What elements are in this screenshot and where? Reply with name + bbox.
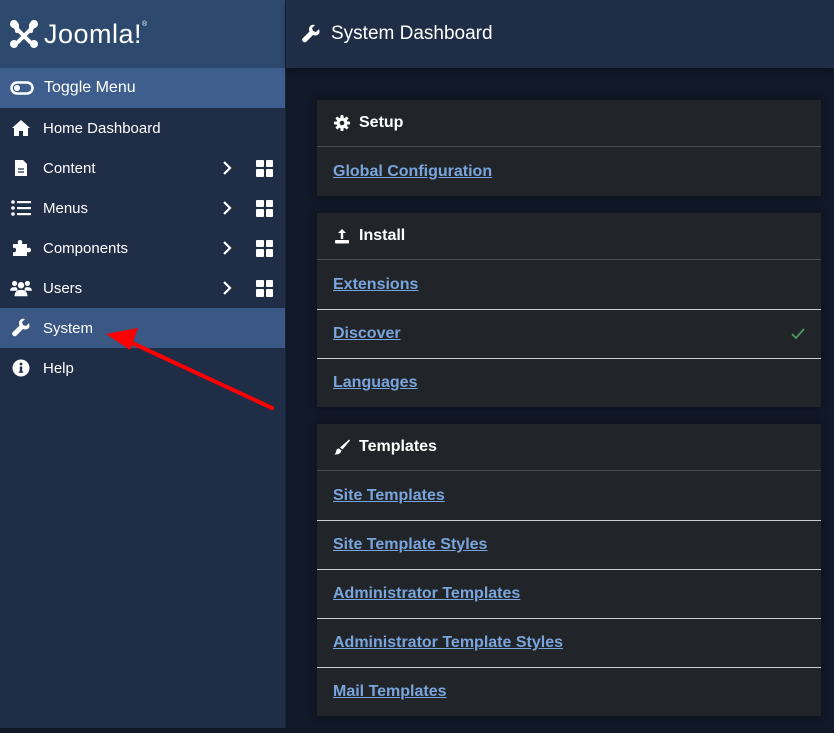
list-item: Languages — [317, 358, 821, 407]
extensions-link[interactable]: Extensions — [333, 276, 418, 294]
gear-icon — [333, 115, 351, 131]
wrench-icon — [10, 318, 32, 338]
sidebar-item-menus[interactable]: Menus — [0, 188, 285, 228]
logo[interactable]: Joomla!® — [0, 0, 285, 68]
wrench-icon — [302, 24, 320, 43]
dashboard-grid-icon[interactable] — [256, 239, 273, 257]
sidebar-item-label: Users — [43, 279, 83, 297]
site-templates-link[interactable]: Site Templates — [333, 487, 445, 505]
global-configuration-link[interactable]: Global Configuration — [333, 163, 492, 181]
sidebar-item-label: System — [43, 319, 94, 337]
toggle-menu-label: Toggle Menu — [44, 79, 136, 96]
chevron-right-icon[interactable] — [220, 201, 234, 215]
sidebar: Joomla!® Toggle Menu Home Dashboard Cont… — [0, 0, 286, 728]
sidebar-item-help[interactable]: Help — [0, 348, 285, 388]
sidebar-item-system[interactable]: System — [0, 308, 285, 348]
list-item: Mail Templates — [317, 667, 821, 716]
dashboard-content: Setup Global Configuration Install Exten… — [317, 100, 821, 733]
card-install: Install Extensions Discover Languages — [317, 213, 821, 407]
site-template-styles-link[interactable]: Site Template Styles — [333, 536, 487, 554]
users-icon — [10, 278, 32, 298]
sidebar-item-label: Help — [43, 359, 74, 377]
list-item: Site Templates — [317, 471, 821, 520]
sidebar-item-content[interactable]: Content — [0, 148, 285, 188]
toggle-menu-button[interactable]: Toggle Menu — [0, 68, 285, 108]
paint-brush-icon — [333, 439, 351, 455]
card-setup: Setup Global Configuration — [317, 100, 821, 196]
card-header: Templates — [317, 424, 821, 471]
card-header: Install — [317, 213, 821, 260]
dashboard-grid-icon[interactable] — [256, 279, 273, 297]
mail-templates-link[interactable]: Mail Templates — [333, 683, 447, 701]
administrator-template-styles-link[interactable]: Administrator Template Styles — [333, 634, 563, 652]
languages-link[interactable]: Languages — [333, 374, 417, 392]
card-header: Setup — [317, 100, 821, 147]
administrator-templates-link[interactable]: Administrator Templates — [333, 585, 520, 603]
sidebar-item-home-dashboard[interactable]: Home Dashboard — [0, 108, 285, 148]
sidebar-item-label: Content — [43, 159, 96, 177]
list-item: Extensions — [317, 260, 821, 309]
dashboard-grid-icon[interactable] — [256, 199, 273, 217]
home-icon — [10, 118, 32, 138]
check-icon — [791, 328, 805, 340]
toggle-icon — [10, 81, 34, 95]
list-item: Global Configuration — [317, 147, 821, 196]
file-icon — [10, 158, 32, 178]
page-header: System Dashboard — [286, 0, 834, 68]
sidebar-item-label: Components — [43, 239, 129, 257]
list-item: Administrator Template Styles — [317, 618, 821, 667]
chevron-right-icon[interactable] — [220, 241, 234, 255]
sidebar-item-components[interactable]: Components — [0, 228, 285, 268]
list-item: Administrator Templates — [317, 569, 821, 618]
card-templates: Templates Site Templates Site Template S… — [317, 424, 821, 716]
sidebar-item-label: Menus — [43, 199, 89, 217]
info-icon — [10, 358, 32, 378]
card-title: Templates — [359, 438, 437, 455]
dashboard-grid-icon[interactable] — [256, 159, 273, 177]
list-item: Site Template Styles — [317, 520, 821, 569]
list-item: Discover — [317, 309, 821, 358]
sidebar-item-users[interactable]: Users — [0, 268, 285, 308]
joomla-logo-icon — [10, 20, 38, 48]
puzzle-icon — [10, 238, 32, 258]
card-title: Install — [359, 227, 406, 244]
list-icon — [10, 198, 32, 218]
card-title: Setup — [359, 114, 404, 131]
discover-link[interactable]: Discover — [333, 325, 401, 343]
page-title: System Dashboard — [331, 23, 493, 44]
chevron-right-icon[interactable] — [220, 161, 234, 175]
chevron-right-icon[interactable] — [220, 281, 234, 295]
sidebar-item-label: Home Dashboard — [43, 119, 161, 137]
brand-name: Joomla!® — [44, 18, 148, 49]
upload-icon — [333, 228, 351, 244]
